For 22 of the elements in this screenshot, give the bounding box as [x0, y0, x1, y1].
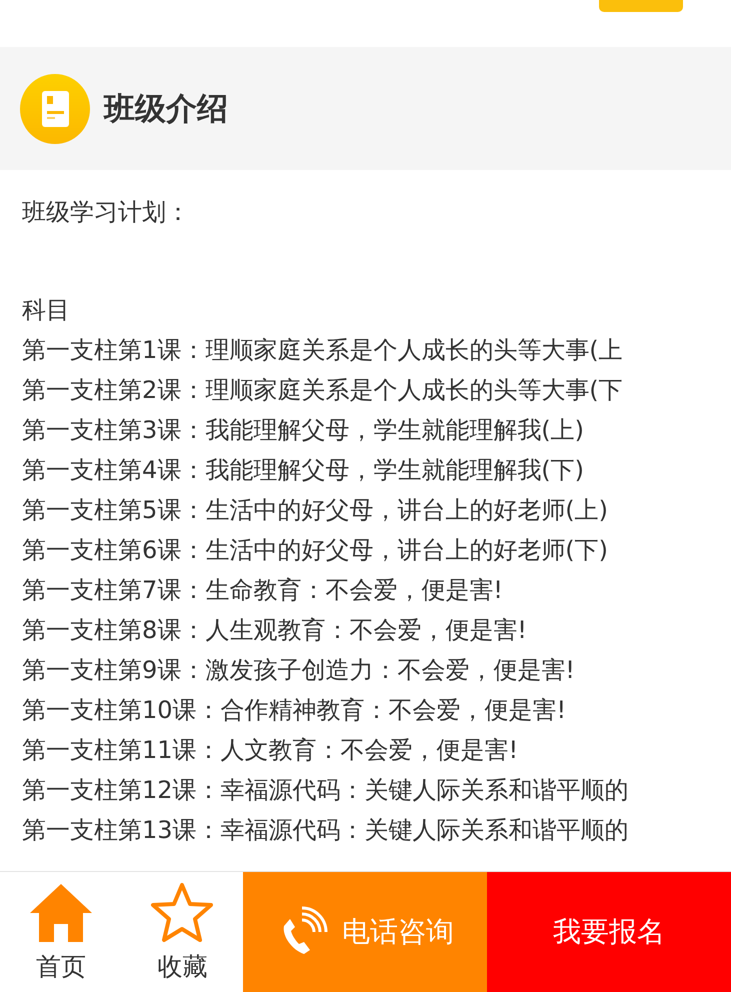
lesson-item: 第一支柱第2课：理顺家庭关系是个人成长的头等大事(下 — [22, 375, 623, 406]
plan-heading: 班级学习计划： — [22, 197, 190, 228]
lesson-item: 第一支柱第13课：幸福源代码：关键人际关系和谐平顺的 — [22, 815, 629, 846]
lesson-item: 第一支柱第3课：我能理解父母，学生就能理解我(上) — [22, 415, 584, 446]
star-tab[interactable]: 收藏 — [122, 872, 243, 992]
signup-button[interactable]: 我要报名 — [487, 872, 731, 992]
home-tab[interactable]: 首页 — [0, 872, 122, 992]
lesson-item: 第一支柱第12课：幸福源代码：关键人际关系和谐平顺的 — [22, 775, 629, 806]
section-title: 班级介绍 — [104, 90, 228, 128]
lesson-item: 第一支柱第11课：人文教育：不会爱，便是害! — [22, 735, 518, 766]
home-icon — [28, 882, 94, 944]
lesson-item: 第一支柱第9课：激发孩子创造力：不会爱，便是害! — [22, 655, 575, 686]
lesson-item: 第一支柱第7课：生命教育：不会爱，便是害! — [22, 575, 503, 606]
lesson-item: 第一支柱第8课：人生观教育：不会爱，便是害! — [22, 615, 527, 646]
lesson-item: 第一支柱第6课：生活中的好父母，讲台上的好老师(下) — [22, 535, 608, 566]
subject-label: 科目 — [22, 295, 70, 326]
star-icon — [149, 882, 216, 944]
lesson-item: 第一支柱第5课：生活中的好父母，讲台上的好老师(上) — [22, 495, 608, 526]
document-icon — [20, 74, 90, 144]
lesson-item: 第一支柱第10课：合作精神教育：不会爱，便是害! — [22, 695, 566, 726]
lesson-item: 第一支柱第4课：我能理解父母，学生就能理解我(下) — [22, 455, 584, 486]
lesson-item: 第一支柱第1课：理顺家庭关系是个人成长的头等大事(上 — [22, 335, 623, 366]
